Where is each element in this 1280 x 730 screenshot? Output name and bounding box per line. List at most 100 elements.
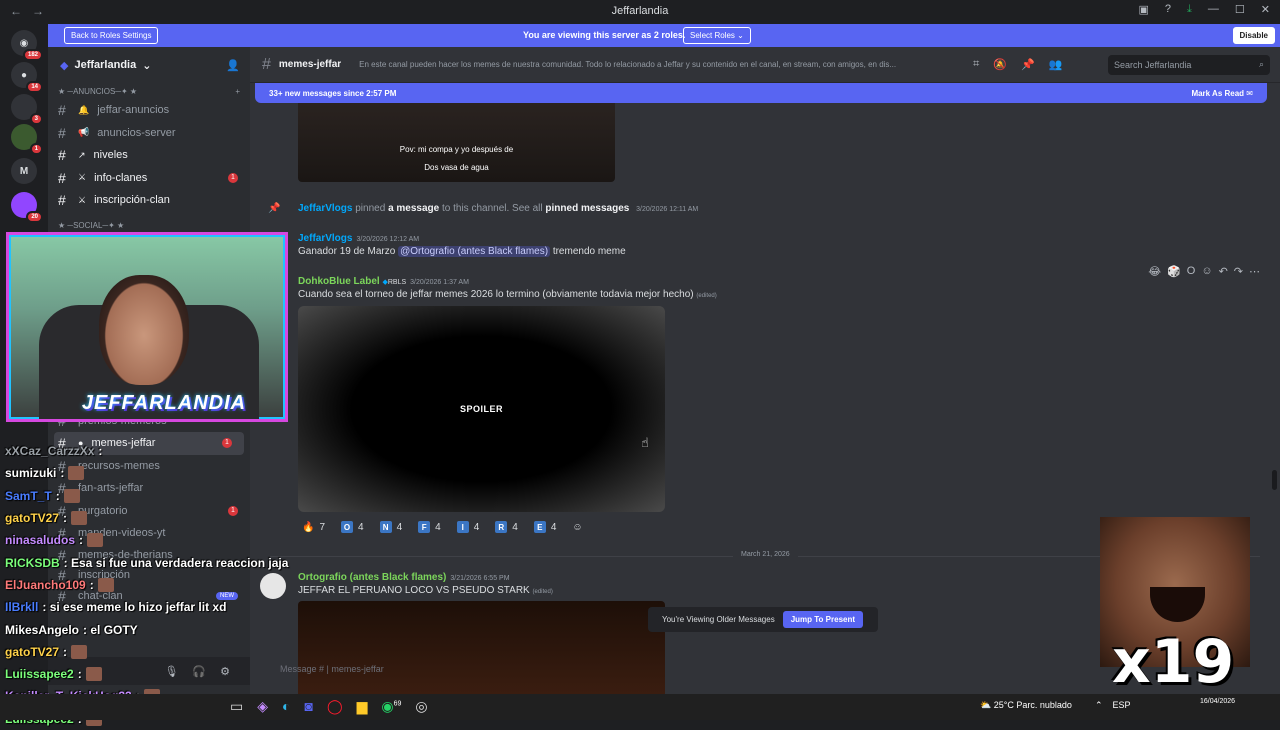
reaction-letter[interactable]: R4 xyxy=(491,519,522,535)
swords-icon: ⚔ xyxy=(78,172,87,183)
reply-icon[interactable]: ↶ xyxy=(1219,265,1228,278)
download-icon[interactable]: ⤓ xyxy=(1187,3,1192,16)
message: DohkoBlue Label ◆RBLS 3/20/2026 1:37 AM C… xyxy=(298,276,717,300)
task-view-icon[interactable]: ▭ xyxy=(230,698,243,715)
chat-line: sumizuki: xyxy=(0,462,290,484)
message-hover-toolbar: 😂 🎲 O ☺ ↶ ↷ ⋯ xyxy=(1148,265,1260,278)
home-server[interactable]: ◉ 182 xyxy=(11,30,43,61)
image-caption: Pov: mi compa y yo después de xyxy=(399,145,514,154)
title-bar: ← → Jeffarlandia ▣ ? ⤓ — ☐ ✕ xyxy=(0,0,1280,22)
server-icon[interactable]: 20 xyxy=(11,192,43,223)
plus-icon[interactable]: + xyxy=(235,87,240,96)
server-icon[interactable]: M xyxy=(11,158,37,184)
add-reaction-icon[interactable]: ☺ xyxy=(568,519,586,535)
discord-taskbar-icon[interactable]: ◙ xyxy=(304,698,312,715)
obs-icon[interactable]: ◎ xyxy=(415,698,427,715)
reaction-letter[interactable]: F4 xyxy=(414,519,445,535)
chat-line: RICKSDB: Esa si fue una verdadera reacci… xyxy=(5,555,289,570)
reaction-fire[interactable]: 🔥 7 xyxy=(298,519,329,535)
hash-icon: # xyxy=(58,124,66,141)
role-view-message: You are viewing this server as 2 roles. xyxy=(523,30,686,40)
weather-widget[interactable]: ⛅ 25°C Parc. nublado xyxy=(980,700,1072,711)
clock[interactable]: 16/04/2026 xyxy=(1200,697,1235,708)
message-author[interactable]: JeffarVlogs xyxy=(298,233,352,244)
channel-item[interactable]: # 📢 anuncios-server xyxy=(48,122,250,145)
more-icon[interactable]: ⋯ xyxy=(1249,265,1260,278)
reaction-letter[interactable]: O4 xyxy=(337,519,368,535)
server-header[interactable]: ◆ Jeffarlandia ⌄ 👤 xyxy=(48,47,250,83)
close-icon[interactable]: ✕ xyxy=(1261,3,1270,16)
chat-line: Luiissapee2: xyxy=(0,663,290,685)
reaction-letter[interactable]: I4 xyxy=(453,519,484,535)
multiplier-text: x19 xyxy=(1112,627,1235,697)
threads-icon[interactable]: ⌗ xyxy=(973,58,979,71)
chat-line: ElJuancho109: xyxy=(0,574,290,596)
server-icon[interactable]: 1 xyxy=(11,124,43,155)
mark-as-read-button[interactable]: Mark As Read ✉ xyxy=(1191,89,1253,98)
whatsapp-icon[interactable]: ◉69 xyxy=(381,698,401,715)
minimize-icon[interactable]: — xyxy=(1208,3,1219,16)
chat-line: SamT_T: xyxy=(0,485,290,507)
spoiler-attachment[interactable]: SPOILER xyxy=(298,306,665,512)
emote-icon xyxy=(97,577,114,592)
channel-item[interactable]: # 🔔 jeffar-anuncios xyxy=(48,99,250,122)
system-tray: ⌃ ESP xyxy=(1095,700,1131,711)
window-controls: ▣ ? ⤓ — ☐ ✕ xyxy=(1139,3,1271,16)
chevron-up-icon[interactable]: ⌃ xyxy=(1095,700,1103,711)
video-attachment[interactable] xyxy=(298,601,665,694)
opera-icon[interactable]: ◯ xyxy=(327,698,343,715)
add-reaction-icon[interactable]: ☺ xyxy=(1201,265,1212,278)
channel-item[interactable]: # ⚔ inscripción-clan xyxy=(48,189,250,212)
image-caption: Dos vasa de agua xyxy=(424,163,489,172)
channel-item[interactable]: # ↗ niveles xyxy=(48,144,250,167)
members-icon[interactable]: 👥 xyxy=(1049,58,1063,71)
server-icon[interactable]: 3 xyxy=(11,94,43,125)
stream-chat-overlay: xXCaz_CarzzXx: sumizuki: SamT_T: gatoTV2… xyxy=(0,440,290,730)
reaction-emoji-icon[interactable]: 🎲 xyxy=(1167,265,1181,278)
scrollbar[interactable] xyxy=(1272,470,1277,490)
search-input[interactable]: Search Jeffarlandia ⌕ xyxy=(1108,55,1270,75)
reaction-letter[interactable]: N4 xyxy=(376,519,407,535)
reaction-emoji-icon[interactable]: 😂 xyxy=(1148,265,1161,278)
reaction-letter-icon[interactable]: O xyxy=(1187,265,1196,278)
chat-line: MikesAngelo: el GOTY xyxy=(5,622,138,637)
emote-icon xyxy=(85,667,102,682)
mute-icon[interactable]: 🔕 xyxy=(993,58,1007,71)
select-roles-button[interactable]: Select Roles ⌄ xyxy=(683,27,751,44)
maximize-icon[interactable]: ☐ xyxy=(1235,3,1245,16)
new-messages-bar[interactable]: 33+ new messages since 2:57 PM Mark As R… xyxy=(255,83,1267,103)
language-indicator[interactable]: ESP xyxy=(1113,700,1131,711)
disable-button[interactable]: Disable xyxy=(1232,27,1275,44)
hash-icon: # xyxy=(58,192,66,209)
pin-icon[interactable]: 📌 xyxy=(1021,58,1035,71)
channel-topic[interactable]: En este canal pueden hacer los memes de … xyxy=(359,60,959,69)
add-member-icon[interactable]: 👤 xyxy=(226,59,240,72)
bell-icon: 🔔 xyxy=(78,104,90,115)
image-attachment[interactable]: Pov: mi compa y yo después de Dos vasa d… xyxy=(298,103,615,182)
older-messages-banner: You're Viewing Older Messages Jump To Pr… xyxy=(648,607,878,632)
server-icon[interactable]: ● 14 xyxy=(11,62,43,93)
role-view-banner: Back to Roles Settings You are viewing t… xyxy=(48,24,1280,47)
message-author[interactable]: Ortografio (antes Black flames) xyxy=(298,572,446,583)
pin-system-message: JeffarVlogs pinned a message to this cha… xyxy=(298,203,699,214)
forward-icon[interactable]: ↷ xyxy=(1234,265,1243,278)
chat-line: gatoTV27: xyxy=(0,641,290,663)
jump-to-present-button[interactable]: Jump To Present xyxy=(782,611,864,628)
copilot-icon[interactable]: ◈ xyxy=(257,698,268,715)
edge-icon[interactable]: ◐ xyxy=(282,698,290,715)
help-icon[interactable]: ? xyxy=(1165,3,1171,16)
back-to-roles-button[interactable]: Back to Roles Settings xyxy=(64,27,159,44)
reaction-letter[interactable]: E4 xyxy=(530,519,561,535)
message-author[interactable]: DohkoBlue Label xyxy=(298,276,380,287)
channel-item[interactable]: # ⚔ info-clanes 1 xyxy=(48,167,250,190)
file-explorer-icon[interactable]: ▆ xyxy=(357,698,368,715)
restore-icon[interactable]: ▣ xyxy=(1139,3,1149,16)
category-anuncios[interactable]: ★ ─ANUNCIOS─✦ ★ + xyxy=(48,83,250,99)
server-name: Jeffarlandia xyxy=(74,59,137,71)
user-mention[interactable]: @Ortografio (antes Black flames) xyxy=(398,246,551,257)
hand-cursor-icon: ☝ xyxy=(641,435,649,450)
windows-taskbar: ▭ ◈ ◐ ◙ ◯ ▆ ◉69 ◎ ⛅ 25°C Parc. nublado ⌃… xyxy=(0,694,1280,720)
pin-icon: 📌 xyxy=(268,203,281,214)
hash-icon: # xyxy=(58,102,66,119)
emote-icon xyxy=(68,466,85,481)
